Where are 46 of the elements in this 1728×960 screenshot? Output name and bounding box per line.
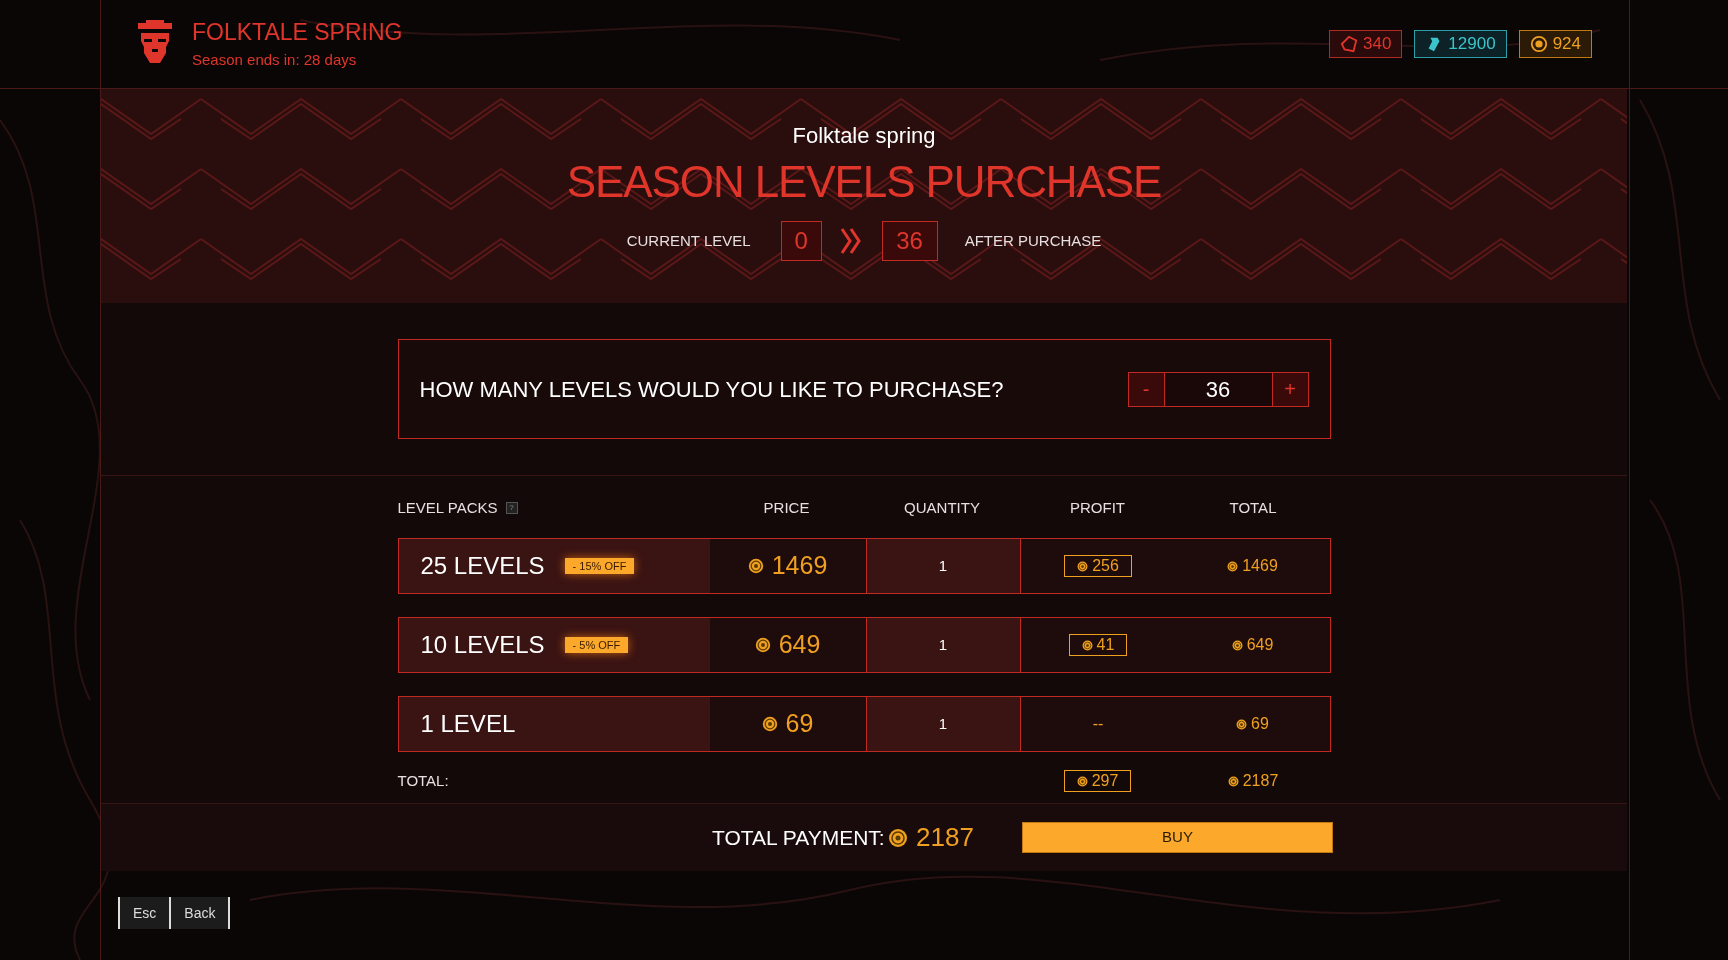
season-title: FOLKTALE SPRING	[192, 21, 403, 44]
total-payment-amount: 2187	[888, 818, 1022, 857]
pack-total: 69	[1236, 712, 1269, 736]
season-countdown: Season ends in: 28 days	[192, 52, 358, 67]
currency-amount: 340	[1362, 33, 1392, 56]
pack-quantity: 1	[938, 634, 948, 655]
total-payment-label: TOTAL PAYMENT:	[712, 824, 886, 851]
question-text: HOW MANY LEVELS WOULD YOU LIKE TO PURCHASE?	[419, 375, 1004, 404]
total-label: TOTAL:	[397, 770, 450, 791]
total-profit-value: 297	[1063, 770, 1132, 792]
level-pack-row[interactable]: 10 LEVELS - 5% OFF 649 1 41 649	[397, 617, 1331, 673]
column-header: QUANTITY	[904, 497, 980, 518]
profit-value: 256	[1064, 555, 1132, 577]
pack-price: 69	[761, 705, 814, 743]
currency-amount: 12900	[1448, 33, 1496, 56]
pack-name: 25 LEVELS	[420, 551, 545, 581]
column-header: PRICE	[763, 497, 810, 518]
pack-quantity: 1	[938, 555, 948, 576]
pack-total: 649	[1231, 633, 1274, 657]
key-hint-button[interactable]: Back	[169, 897, 229, 929]
column-header: PROFIT	[1070, 497, 1125, 518]
column-header: LEVEL PACKS	[397, 497, 498, 518]
pack-quantity: 1	[938, 713, 948, 734]
buy-button[interactable]: BUY	[1022, 822, 1333, 853]
currency-amount: 924	[1552, 33, 1581, 56]
level-pack-row[interactable]: 1 LEVEL 69 1 -- 69	[397, 696, 1331, 752]
profit-value: --	[1092, 714, 1104, 734]
total-value: 2187	[1227, 769, 1279, 793]
help-icon[interactable]: ?	[505, 502, 518, 514]
key-hint-button[interactable]: Esc	[120, 897, 170, 929]
after-purchase-label: AFTER PURCHASE	[964, 230, 1102, 251]
discount-badge: - 5% OFF	[564, 637, 629, 653]
pack-price: 649	[754, 626, 821, 664]
pack-price: 1469	[747, 547, 828, 585]
current-level-label: CURRENT LEVEL	[626, 230, 751, 251]
season-name: Folktale spring	[792, 122, 936, 150]
page-title: SEASON LEVELS PURCHASE	[566, 160, 1162, 204]
pack-name: 1 LEVEL	[420, 709, 516, 739]
level-pack-row[interactable]: 25 LEVELS - 15% OFF 1469 1 256 1469	[397, 538, 1331, 594]
after-level-value: 36	[881, 221, 938, 261]
current-level-value: 0	[780, 221, 822, 261]
discount-badge: - 15% OFF	[564, 558, 635, 574]
profit-value: 41	[1068, 634, 1128, 656]
column-header: TOTAL	[1229, 497, 1277, 518]
pack-name: 10 LEVELS	[420, 630, 545, 660]
pack-total: 1469	[1227, 554, 1278, 578]
